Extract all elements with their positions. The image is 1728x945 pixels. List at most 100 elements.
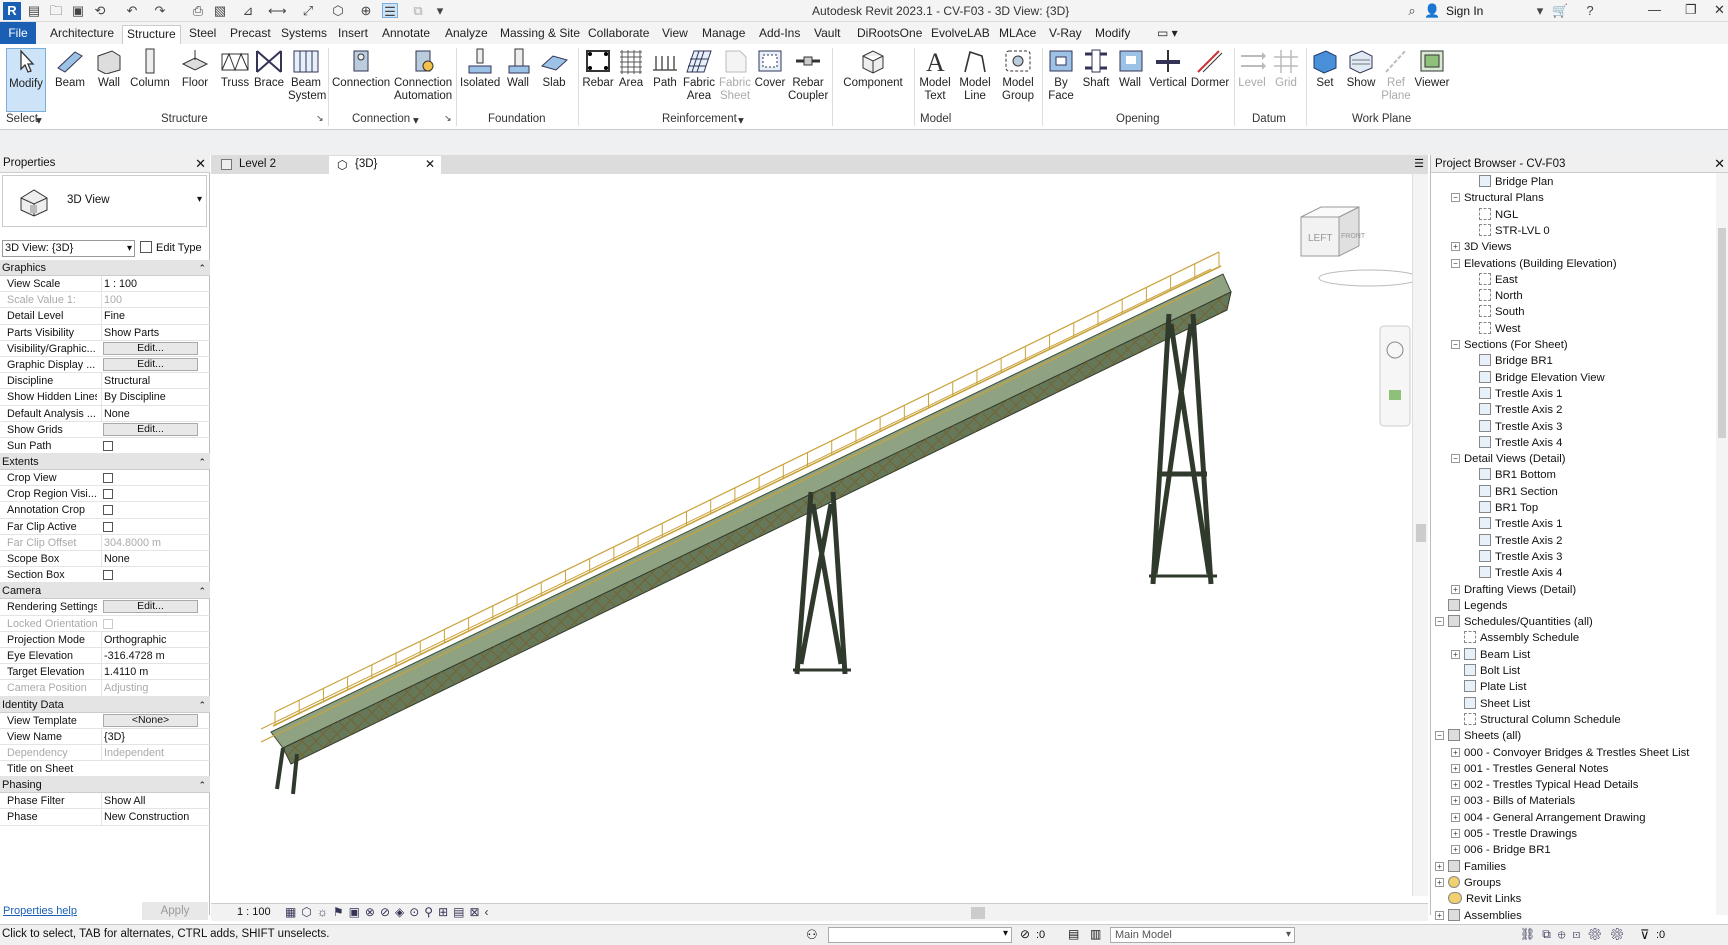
panel-label-reinforcement[interactable]: Reinforcement (662, 113, 737, 125)
vertical-opening-button[interactable]: Vertical (1148, 48, 1188, 112)
user-icon[interactable]: 👤 (1424, 3, 1440, 18)
editing-requests-icon[interactable]: ⊘ (1020, 927, 1030, 941)
browser-item[interactable]: STR-LVL 0 (1479, 223, 1550, 239)
browser-item[interactable]: + Beam List (1451, 647, 1530, 663)
view-cube-front[interactable]: FRONT (1341, 233, 1366, 240)
sync-icon[interactable]: ⟲ (92, 3, 108, 18)
grid-button[interactable]: Grid (1270, 48, 1302, 112)
browser-item[interactable]: Sheet List (1451, 696, 1530, 712)
property-row[interactable]: Show Grids Edit... (0, 422, 210, 438)
property-row[interactable]: Show Hidden Lines By Discipline (0, 389, 210, 406)
workset-select[interactable]: ▾ (828, 927, 1012, 943)
expand-icon[interactable]: + (1451, 780, 1460, 790)
browser-item[interactable]: Trestle Axis 2 (1479, 533, 1562, 549)
folder-icon[interactable]: 🗀 (48, 3, 64, 18)
browser-item[interactable]: Bridge Plan (1479, 174, 1553, 190)
collapse-icon[interactable]: − (1451, 193, 1460, 203)
property-row[interactable]: Detail Level Fine (0, 308, 210, 325)
collapse-icon[interactable]: − (1451, 340, 1460, 349)
minimize-button[interactable]: — (1648, 2, 1661, 17)
browser-item[interactable]: − Structural Plans (1451, 190, 1544, 206)
ribbon-options-icon[interactable]: ▭ ▾ (1155, 25, 1180, 44)
horizontal-scroll-thumb[interactable] (971, 907, 985, 919)
view-cube-left[interactable]: LEFT (1308, 233, 1332, 244)
foundation-wall-button[interactable]: Wall (504, 48, 532, 112)
tab-file[interactable]: File (0, 22, 36, 44)
property-value[interactable]: Show All (101, 793, 207, 810)
expand-icon[interactable]: + (1451, 242, 1460, 252)
tab-collaborate[interactable]: Collaborate (586, 25, 651, 44)
property-edit-button[interactable]: Edit... (103, 357, 198, 371)
property-row[interactable]: Scale Value 1: 100 (0, 292, 210, 309)
brace-button[interactable]: Brace (254, 48, 284, 112)
browser-item[interactable]: +005 - Trestle Drawings (1451, 826, 1577, 842)
design-option-select[interactable]: Main Model ▾ (1110, 927, 1295, 943)
pdf-icon[interactable]: ▧ (212, 3, 228, 18)
tab-dirootsone[interactable]: DiRootsOne (855, 25, 924, 44)
browser-item[interactable]: North (1479, 288, 1523, 304)
tab-precast[interactable]: Precast (228, 25, 273, 44)
design-options-icon[interactable]: ▤ (1068, 927, 1079, 941)
property-checkbox[interactable] (103, 473, 113, 484)
trestle-short[interactable] (793, 491, 851, 675)
property-row[interactable]: Locked Orientation (0, 616, 210, 632)
tab-insert[interactable]: Insert (336, 25, 370, 44)
property-checkbox[interactable] (103, 505, 113, 516)
property-row[interactable]: Annotation Crop (0, 502, 210, 519)
save-icon[interactable]: ▣ (70, 3, 86, 18)
type-selector[interactable]: 3D View ▾ (2, 175, 207, 227)
browser-item[interactable]: Trestle Axis 2 (1479, 402, 1562, 418)
browser-item[interactable]: BR1 Top (1479, 500, 1538, 516)
property-row[interactable]: Visibility/Graphic... Edit... (0, 341, 210, 357)
expand-icon[interactable]: + (1451, 649, 1460, 659)
connection-launcher-icon[interactable]: ↘ (444, 113, 452, 124)
instance-filter-select[interactable]: 3D View: {3D} ▾ (2, 240, 135, 257)
category-identity-data[interactable]: Identity Data ⌃ (0, 696, 210, 713)
property-row[interactable]: Scope Box None (0, 551, 210, 568)
fabric-sheet-button[interactable]: Fabric Sheet (718, 48, 752, 112)
property-value[interactable]: Fine (101, 308, 207, 325)
property-row[interactable]: Eye Elevation -316.4728 m (0, 647, 210, 665)
browser-item[interactable]: NGL (1479, 207, 1518, 223)
isolated-foundation-button[interactable]: Isolated (460, 48, 500, 112)
sign-in-link[interactable]: Sign In (1446, 4, 1483, 18)
browser-item[interactable]: Assembly Schedule (1451, 630, 1579, 646)
trestle-tall[interactable] (1149, 313, 1217, 585)
drawing-area[interactable]: Level 2 ⬡ {3D} ✕ ☰ LEFT FRONT (211, 155, 1428, 915)
collapse-icon[interactable]: ⌃ (198, 454, 206, 470)
browser-item[interactable]: Trestle Axis 4 (1479, 565, 1562, 581)
collapse-icon[interactable]: − (1435, 617, 1444, 627)
category-graphics[interactable]: Graphics ⌃ (0, 260, 210, 276)
truss-button[interactable]: Truss (220, 48, 250, 112)
tab-evolvelab[interactable]: EvolveLAB (929, 25, 992, 44)
property-value[interactable]: {3D} (101, 728, 207, 745)
filter-icon[interactable]: ⊽ (1640, 927, 1650, 943)
property-checkbox[interactable] (103, 521, 113, 532)
browser-item[interactable]: Trestle Axis 3 (1479, 419, 1562, 435)
conveyor-bridge[interactable] (260, 251, 1232, 765)
browser-item[interactable]: Structural Column Schedule (1451, 712, 1621, 728)
close-tab-icon[interactable]: ✕ (425, 156, 435, 173)
close-properties-icon[interactable]: ✕ (195, 156, 206, 172)
property-value[interactable]: 1 : 100 (101, 276, 207, 292)
property-row[interactable]: Parts Visibility Show Parts (0, 324, 210, 341)
property-checkbox[interactable] (103, 440, 113, 451)
undo-icon[interactable]: ↶ (124, 3, 140, 18)
browser-item[interactable]: BR1 Section (1479, 484, 1558, 500)
property-row[interactable]: Camera Position Adjusting (0, 680, 210, 697)
3d-view-icon[interactable]: ⬡ (330, 3, 346, 18)
help-icon[interactable]: ? (1582, 3, 1598, 18)
property-row[interactable]: Projection Mode Orthographic (0, 631, 210, 648)
expand-icon[interactable]: + (1451, 845, 1460, 855)
switch-windows-icon[interactable]: ⧉ (410, 3, 426, 18)
revit-logo-icon[interactable]: R (3, 2, 21, 20)
property-row[interactable]: Default Analysis ... None (0, 405, 210, 422)
property-value[interactable]: 1.4110 m (101, 664, 207, 681)
browser-item[interactable]: +3D Views (1451, 239, 1512, 255)
browser-item[interactable]: +002 - Trestles Typical Head Details (1451, 777, 1638, 793)
property-row[interactable]: Crop Region Visi... (0, 486, 210, 503)
view-cube[interactable]: LEFT FRONT (1300, 206, 1420, 287)
browser-item[interactable]: Trestle Axis 4 (1479, 435, 1562, 451)
tab-architecture[interactable]: Architecture (48, 25, 116, 44)
qat-dropdown-icon[interactable]: ▾ (432, 3, 448, 18)
